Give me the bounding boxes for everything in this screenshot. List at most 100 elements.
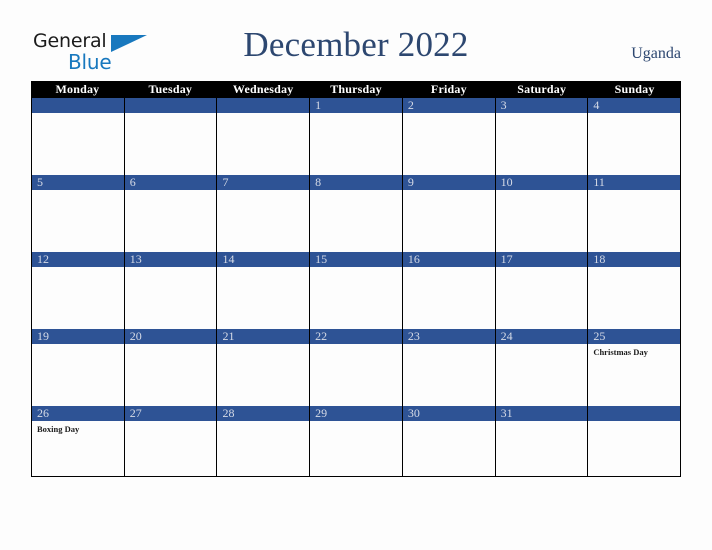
calendar-day-cell[interactable]: 20: [124, 329, 218, 406]
day-number-bar: 31: [495, 406, 588, 421]
day-number-bar: 29: [310, 406, 402, 421]
day-number-bar: [588, 406, 681, 421]
day-number: 8: [315, 175, 322, 189]
day-number: 16: [407, 252, 420, 266]
calendar-day-cell[interactable]: 14: [217, 252, 311, 329]
day-events: [310, 113, 402, 116]
calendar-day-cell[interactable]: 4: [588, 98, 681, 175]
day-events: [403, 190, 495, 193]
calendar-day-cell[interactable]: 5: [32, 175, 125, 252]
calendar-day-cell[interactable]: 17: [495, 252, 589, 329]
day-number: 23: [407, 329, 420, 343]
calendar-day-cell-empty[interactable]: [124, 98, 218, 175]
weekday-thursday: Thursday: [330, 82, 382, 96]
weekday-header-row: Monday Tuesday Wednesday Thursday Friday…: [31, 81, 681, 98]
calendar-page: General Blue December 2022 Uganda Monday…: [0, 0, 712, 550]
day-number-bar: 28: [217, 406, 310, 421]
calendar-day-cell-empty[interactable]: [588, 406, 681, 476]
day-number: 3: [500, 98, 507, 112]
calendar-week-row: 12 13 14 15 16 17 18: [32, 252, 681, 329]
day-number: 19: [37, 329, 49, 343]
calendar-day-cell[interactable]: 13: [124, 252, 218, 329]
calendar-day-cell[interactable]: 7: [217, 175, 311, 252]
day-events: [32, 344, 124, 347]
weekday-tuesday: Tuesday: [148, 82, 193, 96]
calendar-day-cell-empty[interactable]: [217, 98, 311, 175]
calendar-day-cell[interactable]: 22: [310, 329, 403, 406]
calendar-day-cell[interactable]: 24: [495, 329, 589, 406]
day-number: 1: [315, 98, 322, 112]
day-number-bar: 25: [588, 329, 681, 344]
calendar-day-cell[interactable]: 26 Boxing Day: [32, 406, 125, 476]
calendar-day-cell[interactable]: 1: [310, 98, 403, 175]
day-number-bar: 11: [588, 175, 681, 190]
day-number: 25: [593, 329, 606, 343]
day-events: [403, 113, 495, 116]
day-events: [32, 113, 124, 116]
day-number-bar: 7: [217, 175, 310, 190]
day-number-bar: 26: [32, 406, 124, 421]
holiday-label: Boxing Day: [37, 424, 80, 434]
calendar-day-cell[interactable]: 23: [402, 329, 496, 406]
day-events: [310, 421, 402, 424]
calendar-day-cell[interactable]: 15: [310, 252, 403, 329]
calendar-day-cell[interactable]: 27: [124, 406, 218, 476]
day-events: [496, 190, 588, 193]
calendar-day-cell[interactable]: 25 Christmas Day: [588, 329, 681, 406]
calendar-day-cell[interactable]: 11: [588, 175, 681, 252]
day-number-bar: 13: [124, 252, 217, 267]
calendar-day-cell[interactable]: 21: [217, 329, 311, 406]
day-number-bar: 9: [402, 175, 495, 190]
day-number: 26: [37, 406, 49, 420]
day-number: 2: [407, 98, 414, 112]
calendar-day-cell[interactable]: 28: [217, 406, 311, 476]
calendar-day-cell[interactable]: 30: [402, 406, 496, 476]
day-events: [310, 344, 402, 347]
day-events: [496, 344, 588, 347]
holiday-label: Christmas Day: [593, 347, 648, 357]
day-events: [588, 421, 680, 424]
day-number: 15: [315, 252, 328, 266]
calendar-day-cell[interactable]: 29: [310, 406, 403, 476]
day-number-bar: 12: [32, 252, 124, 267]
day-events: [588, 113, 680, 116]
calendar-day-cell[interactable]: 16: [402, 252, 496, 329]
calendar-week-row: 1 2 3 4: [32, 98, 681, 175]
calendar-day-cell[interactable]: 8: [310, 175, 403, 252]
day-number-bar: 5: [32, 175, 124, 190]
day-number: 30: [407, 406, 420, 420]
day-number-bar: 2: [402, 98, 495, 113]
page-header: General Blue December 2022 Uganda: [0, 0, 712, 81]
calendar-weeks: 1 2 3 4 5 6 7 8 9 10 11 12 13 14 15 16 17 18 19 20 21 22 23 24 2…: [31, 98, 681, 477]
calendar-day-cell[interactable]: 19: [32, 329, 125, 406]
day-number: 28: [222, 406, 235, 420]
day-events: Boxing Day: [32, 421, 124, 435]
calendar-day-cell[interactable]: 9: [402, 175, 496, 252]
calendar-day-cell[interactable]: 18: [588, 252, 681, 329]
day-number-bar: 16: [402, 252, 495, 267]
calendar-day-cell[interactable]: 31: [495, 406, 589, 476]
day-events: [217, 421, 309, 424]
day-number: 11: [593, 175, 605, 189]
day-events: Christmas Day: [588, 344, 680, 358]
day-number-bar: [124, 98, 217, 113]
calendar-week-row: 19 20 21 22 23 24 25 Christmas Day: [32, 329, 681, 406]
day-number-bar: 17: [495, 252, 588, 267]
calendar-day-cell[interactable]: 6: [124, 175, 218, 252]
day-number: 10: [500, 175, 513, 189]
day-number: 21: [222, 329, 235, 343]
day-number-bar: 1: [310, 98, 402, 113]
day-number: 24: [500, 329, 513, 343]
day-number-bar: 23: [402, 329, 495, 344]
day-events: [125, 421, 217, 424]
day-number-bar: 4: [588, 98, 681, 113]
calendar-day-cell[interactable]: 10: [495, 175, 589, 252]
calendar-day-cell[interactable]: 12: [32, 252, 125, 329]
calendar-day-cell-empty[interactable]: [32, 98, 125, 175]
day-events: [32, 190, 124, 193]
day-number: 18: [593, 252, 606, 266]
day-events: [125, 267, 217, 270]
calendar-day-cell[interactable]: 2: [402, 98, 496, 175]
calendar-day-cell[interactable]: 3: [495, 98, 589, 175]
weekday-friday: Friday: [430, 82, 467, 96]
